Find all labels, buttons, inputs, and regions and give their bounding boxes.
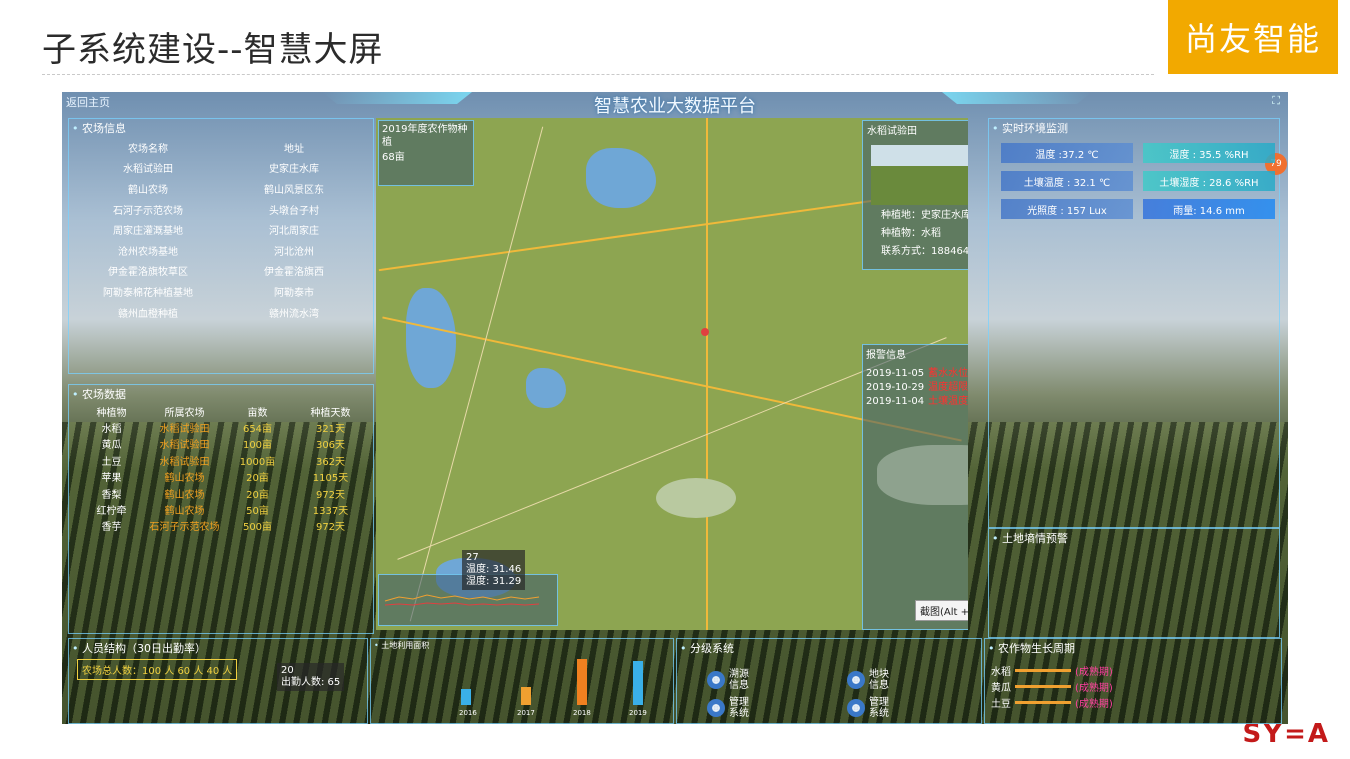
table-row[interactable]: 伊金霍洛旗牧草区 伊金霍洛旗西: [75, 261, 367, 282]
manage-system-button[interactable]: ◎ 管理系统: [707, 697, 757, 719]
table-row[interactable]: 石河子示范农场 头墩台子村: [75, 199, 367, 220]
table-row[interactable]: 香梨 鹤山农场 20亩 972天: [75, 485, 367, 501]
yield-panel: 土地利用面积 2016 2017 2018 2019: [370, 638, 674, 724]
growth-cycle-panel: 农作物生长周期 水稻(成熟期) 黄瓜(成熟期) 土豆(成熟期): [984, 638, 1282, 724]
staff-summary: 农场总人数：100 人 60 人 40 人: [77, 659, 238, 680]
table-row[interactable]: 赣州血橙种植 赣州流水湾: [75, 302, 367, 323]
map-view[interactable]: 2019年度农作物种植 68亩 水稻试验田 种植地：史家庄水库 种植物：水稻 联…: [376, 118, 968, 630]
table-row[interactable]: 鹤山农场 鹤山风景区东: [75, 178, 367, 199]
alarm-panel: 报警信息 2019-11-05蓄水水位<0.3 2019-10-29温度超限>3…: [862, 344, 968, 630]
table-row[interactable]: 沧州农场基地 河北沧州: [75, 240, 367, 261]
soil-warning-panel: 土地墒情预警: [988, 528, 1280, 638]
level-system-panel: 分级系统 ◎溯源信息 ◎地块信息 ◎管理系统 ◎管理系统: [676, 638, 982, 724]
screenshot-tooltip: 截图(Alt + A): [915, 600, 968, 621]
staff-tooltip: 20 出勤人数: 65: [277, 663, 345, 691]
trace-icon: ◎: [707, 671, 725, 689]
alarm-row[interactable]: 2019-10-29温度超限>31.5: [863, 381, 968, 395]
table-header: 种植物 所属农场 亩数 种植天数: [96, 407, 351, 419]
staff-panel: 人员结构（30日出勤率） 农场总人数：100 人 60 人 40 人 20 出勤…: [68, 638, 368, 724]
alarm-row[interactable]: 2019-11-05蓄水水位<0.3: [863, 367, 968, 381]
table-row[interactable]: 香芋 石河子示范农场 500亩 972天: [75, 518, 367, 534]
env-monitor-panel: 实时环境监测 79 温度 :37.2 ℃ 湿度 : 35.5 %RH 土壤温度 …: [988, 118, 1287, 528]
year-crop-box: 2019年度农作物种植 68亩: [378, 120, 474, 186]
farm-info-table: 农场名称 地址 水稻试验田 史家庄水库 鹤山农场 鹤山风景区东 石河子示范农场 头墩台…: [75, 137, 367, 322]
table-row[interactable]: 周家庄灌溉基地 河北周家庄: [75, 219, 367, 240]
table-header: 农场名称 地址: [128, 143, 304, 155]
level-title: 分级系统: [680, 640, 734, 656]
manage-system-button[interactable]: ◎ 管理系统: [847, 697, 897, 719]
yield-bar: [521, 687, 531, 705]
growth-title: 农作物生长周期: [988, 640, 1075, 656]
manage-icon: ◎: [847, 699, 865, 717]
growth-progress: [1015, 685, 1071, 688]
manage-icon: ◎: [707, 699, 725, 717]
field-contact: 联系方式：18846449597: [881, 246, 968, 257]
lake: [586, 148, 656, 208]
table-row[interactable]: 阿勒泰棉花种植基地 阿勒泰市: [75, 281, 367, 302]
env-soil-humidity: 土壤湿度 : 28.6 %RH: [1143, 171, 1275, 191]
table-row[interactable]: 水稻 水稻试验田 654亩 321天: [75, 419, 367, 435]
expand-icon[interactable]: ⛶: [1272, 94, 1280, 108]
env-title: 实时环境监测: [992, 120, 1068, 136]
table-row[interactable]: 苹果 鹤山农场 20亩 1105天: [75, 469, 367, 485]
slide-title: 子系统建设--智慧大屏: [42, 30, 384, 70]
growth-row: 黄瓜 (成熟期): [991, 683, 1113, 694]
yield-x-label: 2018: [573, 709, 591, 717]
yield-bar: [633, 661, 643, 705]
env-rain: 雨量: 14.6 mm: [1143, 199, 1275, 219]
title-divider: [42, 74, 1154, 75]
lake: [526, 368, 566, 408]
yield-title: 土地利用面积: [374, 640, 429, 651]
plot-icon: ◎: [847, 671, 865, 689]
yield-x-label: 2019: [629, 709, 647, 717]
yield-x-label: 2017: [517, 709, 535, 717]
farm-info-title: 农场信息: [72, 120, 126, 136]
road: [706, 118, 708, 630]
yield-x-label: 2016: [459, 709, 477, 717]
lake: [406, 288, 456, 388]
field-info-box: 水稻试验田 种植地：史家庄水库 种植物：水稻 联系方式：18846449597: [862, 120, 968, 270]
dashboard-screenshot: 返回主页 智慧农业大数据平台 ⛶ 农场信息 农场名称 地址 水稻试验田史家庄水库…: [62, 92, 1288, 724]
env-light: 光照度 : 157 Lux: [1001, 199, 1133, 219]
growth-row: 土豆 (成熟期): [991, 699, 1113, 710]
map-marker[interactable]: [701, 328, 709, 336]
map-park: [656, 478, 736, 518]
env-soil-temp: 土壤温度 : 32.1 ℃: [1001, 171, 1133, 191]
field-crop: 种植物：水稻: [881, 228, 941, 239]
alarm-row[interactable]: 2019-11-04土壤温度超限>30: [863, 395, 968, 409]
table-row[interactable]: 红柠牵 鹤山农场 50亩 1337天: [75, 501, 367, 517]
brand-box: 尚友智能: [1168, 0, 1338, 74]
growth-progress: [1015, 701, 1071, 704]
alarm-title: 报警信息: [866, 350, 906, 361]
farm-data-panel: 农场数据 种植物 所属农场 亩数 种植天数 水稻水稻试验田654亩321天 黄瓜…: [68, 384, 374, 634]
field-title: 水稻试验田: [867, 126, 917, 137]
plot-info-button[interactable]: ◎ 地块信息: [847, 669, 897, 691]
farm-info-panel: 农场信息 农场名称 地址 水稻试验田史家庄水库 鹤山农场鹤山风景区东 石河子示范…: [68, 118, 374, 374]
soil-title: 土地墒情预警: [992, 530, 1068, 546]
env-humidity: 湿度 : 35.5 %RH: [1143, 143, 1275, 163]
dashboard-title: 智慧农业大数据平台: [594, 96, 756, 117]
chart-tooltip: 27 温度: 31.46 湿度: 31.29: [462, 550, 526, 590]
farm-data-title: 农场数据: [72, 386, 126, 402]
env-temp: 温度 :37.2 ℃: [1001, 143, 1133, 163]
growth-row: 水稻 (成熟期): [991, 667, 1113, 678]
table-row[interactable]: 水稻试验田 史家庄水库: [75, 158, 367, 179]
table-row[interactable]: 黄瓜 水稻试验田 100亩 306天: [75, 436, 367, 452]
yield-bar: [461, 689, 471, 705]
growth-progress: [1015, 669, 1071, 672]
field-site: 种植地：史家庄水库: [881, 210, 968, 221]
farm-data-table: 种植物 所属农场 亩数 种植天数 水稻 水稻试验田 654亩 321天 黄瓜 水稻试验田…: [75, 403, 367, 534]
table-row[interactable]: 土豆 水稻试验田 1000亩 362天: [75, 452, 367, 468]
yield-bar: [577, 659, 587, 705]
year-crop-value: 68亩: [382, 152, 405, 163]
year-crop-title: 2019年度农作物种植: [382, 124, 468, 148]
trace-info-button[interactable]: ◎ 溯源信息: [707, 669, 757, 691]
mini-map: [877, 445, 968, 505]
field-photo: [871, 145, 968, 205]
staff-title: 人员结构（30日出勤率）: [72, 640, 206, 656]
